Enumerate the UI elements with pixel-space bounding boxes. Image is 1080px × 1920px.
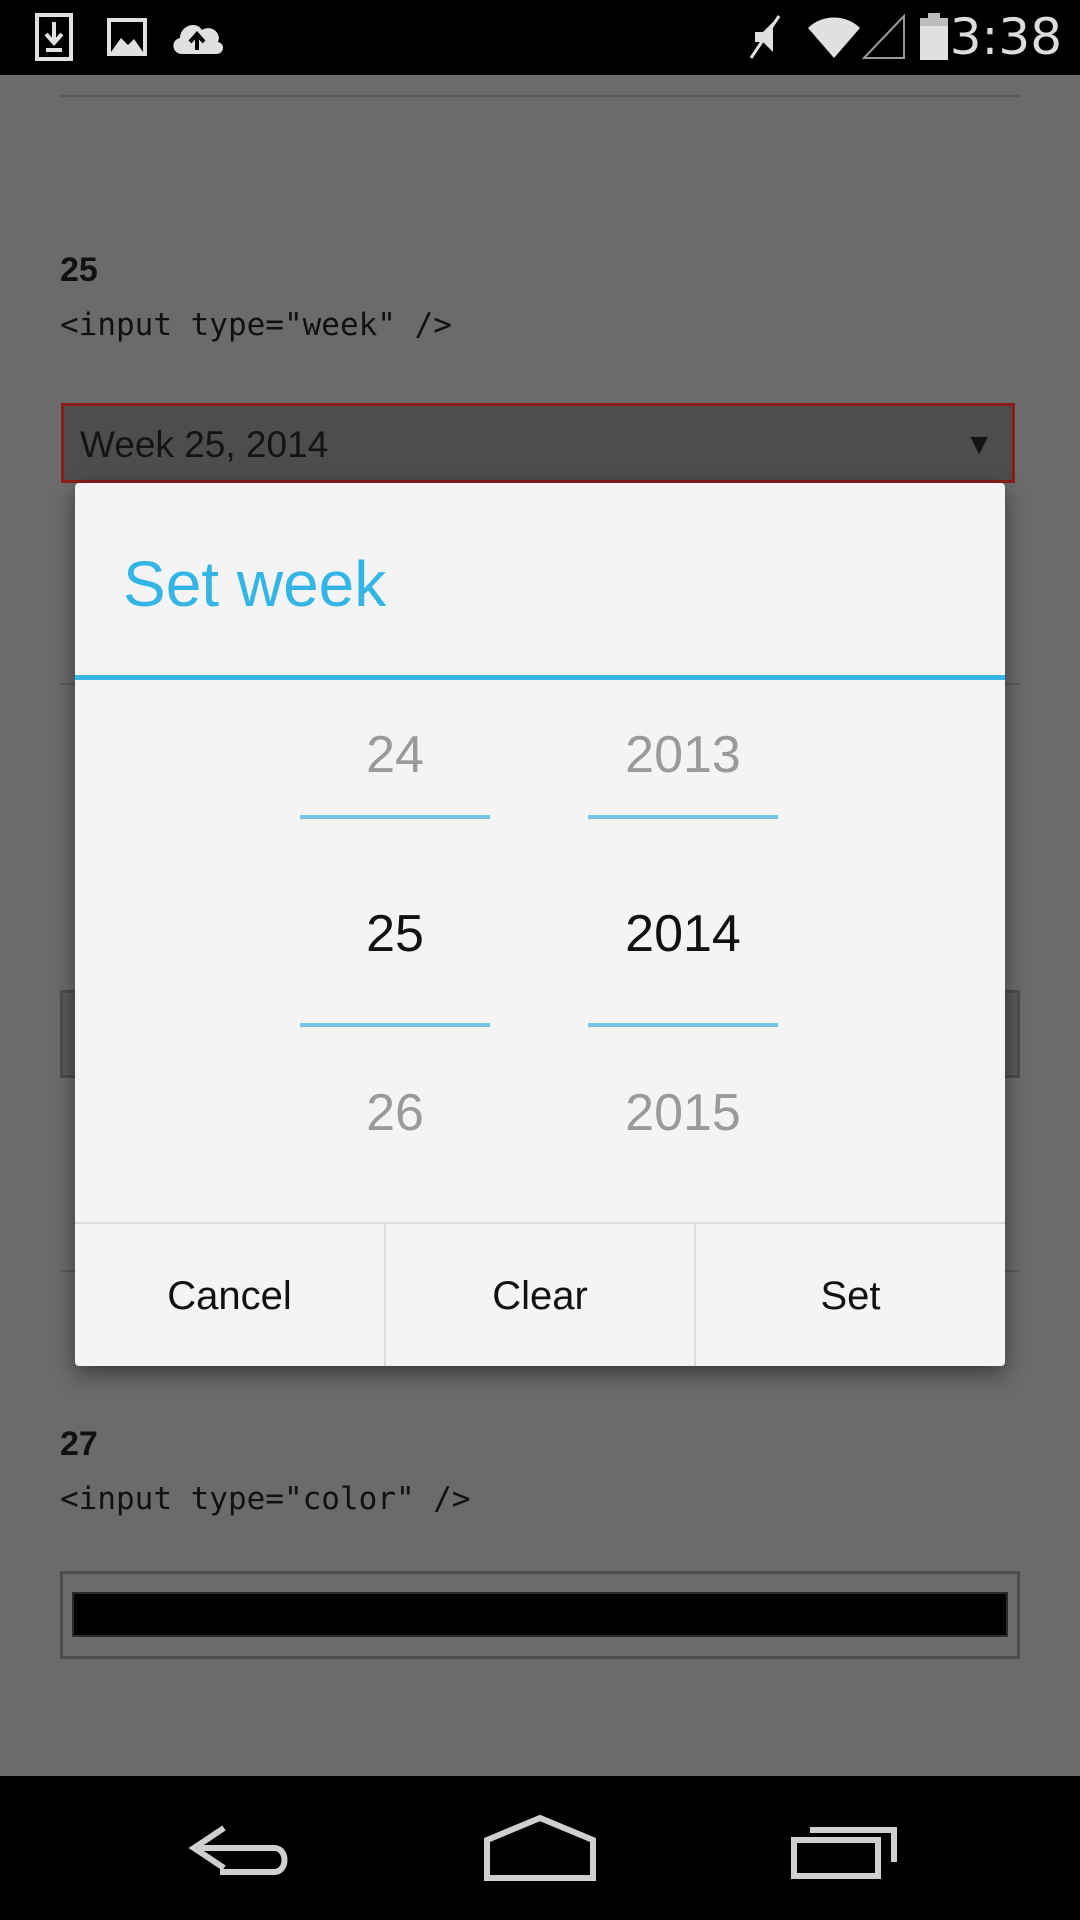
recents-icon[interactable] — [770, 1802, 920, 1894]
section-number: 25 — [60, 251, 98, 289]
week-prev[interactable]: 24 — [300, 725, 490, 785]
week-current[interactable]: 25 — [300, 904, 490, 964]
dialog-button-row: Cancel Clear Set — [75, 1222, 1005, 1366]
week-next[interactable]: 26 — [300, 1083, 490, 1143]
navigation-bar — [0, 1776, 1080, 1920]
picker-line — [588, 1023, 778, 1027]
picker-line — [300, 815, 490, 819]
set-week-dialog: Set week 24 25 26 2013 2014 2015 Cancel … — [75, 483, 1005, 1366]
year-picker[interactable]: 2013 2014 2015 — [588, 680, 778, 1200]
set-button[interactable]: Set — [696, 1224, 1005, 1366]
dialog-title: Set week — [123, 548, 387, 620]
cell-signal-icon — [862, 13, 905, 59]
battery-icon — [920, 13, 948, 60]
chevron-down-icon: ▼ — [964, 428, 994, 461]
mute-icon — [749, 15, 781, 59]
section-number: 27 — [60, 1425, 98, 1463]
picker-line — [300, 1023, 490, 1027]
color-input-field[interactable] — [60, 1571, 1020, 1659]
image-icon — [107, 18, 147, 56]
picker-line — [588, 815, 778, 819]
download-icon — [35, 13, 73, 61]
section-code: <input type="week" /> — [60, 307, 452, 343]
color-swatch — [72, 1592, 1008, 1637]
wifi-icon — [808, 17, 860, 58]
cancel-button[interactable]: Cancel — [75, 1224, 384, 1366]
clock: 3:38 — [949, 8, 1062, 66]
year-current[interactable]: 2014 — [588, 904, 778, 964]
section-code: <input type="color" /> — [60, 1481, 471, 1517]
home-icon[interactable] — [465, 1802, 615, 1894]
week-input-value: Week 25, 2014 — [80, 424, 329, 465]
cloud-upload-icon — [173, 24, 224, 54]
year-next[interactable]: 2015 — [588, 1083, 778, 1143]
title-divider — [75, 675, 1005, 680]
back-icon[interactable] — [164, 1802, 314, 1894]
week-input-field[interactable]: Week 25, 2014 ▼ — [61, 403, 1015, 483]
year-prev[interactable]: 2013 — [588, 725, 778, 785]
divider — [60, 95, 1020, 97]
week-picker[interactable]: 24 25 26 — [300, 680, 490, 1200]
clear-button[interactable]: Clear — [386, 1224, 694, 1366]
status-bar: 3:38 — [0, 0, 1080, 75]
